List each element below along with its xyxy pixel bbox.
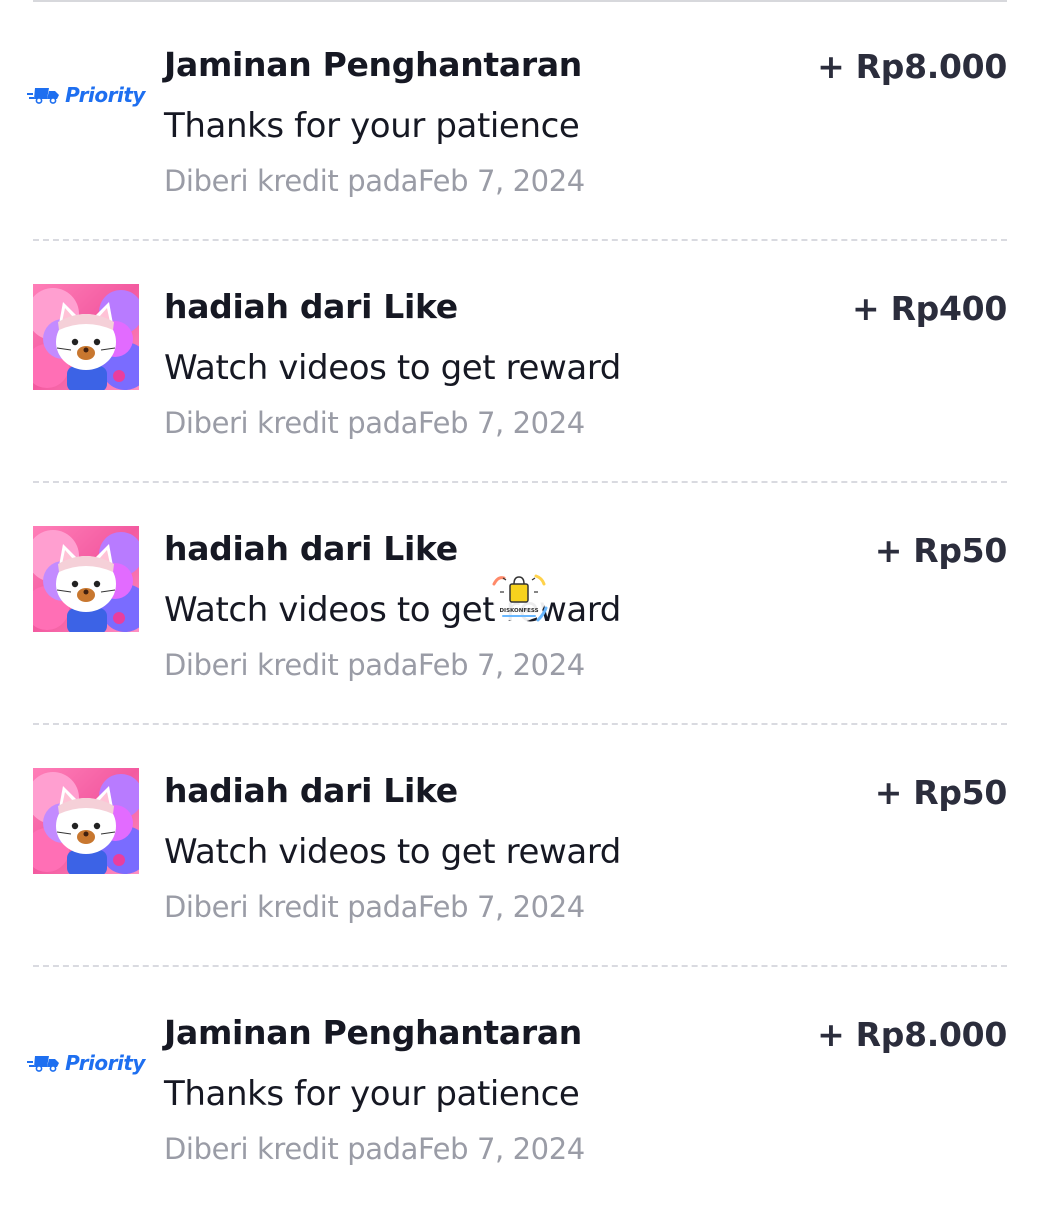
credit-date: Feb 7, 2024 xyxy=(417,164,585,198)
transaction-amount: + Rp50 xyxy=(874,531,1008,570)
truck-icon xyxy=(27,1054,61,1072)
row-divider xyxy=(33,965,1007,967)
credit-prefix: Diberi kredit pada xyxy=(164,648,418,682)
transaction-description: Thanks for your patience xyxy=(164,1074,580,1114)
transaction-row[interactable]: hadiah dari Like Watch videos to get rew… xyxy=(0,726,1040,967)
credit-date: Feb 7, 2024 xyxy=(417,890,585,924)
transaction-credit-date: Diberi kredit padaFeb 7, 2024 xyxy=(164,1132,585,1166)
credit-prefix: Diberi kredit pada xyxy=(164,406,418,440)
transaction-title: hadiah dari Like xyxy=(164,771,458,810)
credit-date: Feb 7, 2024 xyxy=(417,648,585,682)
transaction-amount: + Rp8.000 xyxy=(817,47,1007,86)
cat-avatar-icon xyxy=(33,768,139,874)
transaction-description: Watch videos to get reward xyxy=(164,348,621,388)
transaction-row[interactable]: Priority Jaminan Penghantaran Thanks for… xyxy=(0,0,1040,241)
truck-icon xyxy=(27,86,61,104)
transaction-title: hadiah dari Like xyxy=(164,529,458,568)
diskonfess-watermark: DISKONFESS xyxy=(488,570,550,628)
cat-avatar-icon xyxy=(33,526,139,632)
transaction-amount: + Rp400 xyxy=(852,289,1007,328)
transaction-credit-date: Diberi kredit padaFeb 7, 2024 xyxy=(164,164,585,198)
transaction-title: hadiah dari Like xyxy=(164,287,458,326)
priority-delivery-icon: Priority xyxy=(27,1010,145,1116)
transaction-row[interactable]: hadiah dari Like Watch videos to get rew… xyxy=(0,242,1040,483)
transaction-description: Watch videos to get reward xyxy=(164,590,621,630)
transaction-amount: + Rp8.000 xyxy=(817,1015,1007,1054)
transaction-title: Jaminan Penghantaran xyxy=(164,45,583,84)
row-divider xyxy=(33,239,1007,241)
row-divider xyxy=(33,481,1007,483)
credit-prefix: Diberi kredit pada xyxy=(164,890,418,924)
credit-date: Feb 7, 2024 xyxy=(417,1132,585,1166)
transaction-credit-date: Diberi kredit padaFeb 7, 2024 xyxy=(164,890,585,924)
row-divider xyxy=(33,723,1007,725)
priority-delivery-icon: Priority xyxy=(27,42,145,148)
credit-prefix: Diberi kredit pada xyxy=(164,1132,418,1166)
transaction-credit-date: Diberi kredit padaFeb 7, 2024 xyxy=(164,406,585,440)
cat-avatar-icon xyxy=(33,284,139,390)
transaction-description: Watch videos to get reward xyxy=(164,832,621,872)
transaction-row[interactable]: Priority Jaminan Penghantaran Thanks for… xyxy=(0,968,1040,1209)
credit-prefix: Diberi kredit pada xyxy=(164,164,418,198)
credit-date: Feb 7, 2024 xyxy=(417,406,585,440)
transaction-credit-date: Diberi kredit padaFeb 7, 2024 xyxy=(164,648,585,682)
transaction-title: Jaminan Penghantaran xyxy=(164,1013,583,1052)
transaction-amount: + Rp50 xyxy=(874,773,1008,812)
transaction-description: Thanks for your patience xyxy=(164,106,580,146)
priority-badge-label: Priority xyxy=(65,1051,145,1075)
priority-badge-label: Priority xyxy=(65,83,145,107)
watermark-label: DISKONFESS xyxy=(499,608,538,614)
